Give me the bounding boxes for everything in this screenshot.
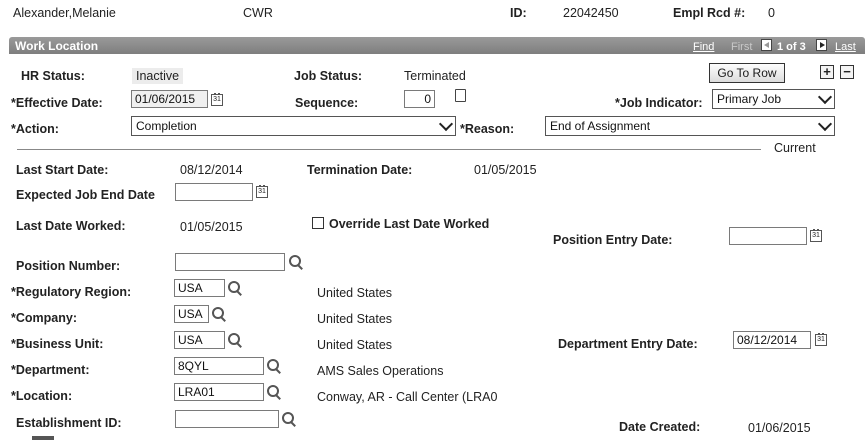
job-indicator-select[interactable]: Primary Job bbox=[712, 89, 835, 109]
empl-rcd-value: 0 bbox=[768, 6, 775, 20]
business-unit-label: *Business Unit: bbox=[11, 337, 104, 351]
last-link[interactable]: Last bbox=[835, 41, 856, 53]
last-date-worked-label: Last Date Worked: bbox=[16, 219, 126, 233]
next-row-button[interactable] bbox=[816, 39, 827, 51]
chevron-down-icon bbox=[438, 116, 454, 132]
previous-row-button[interactable] bbox=[761, 39, 772, 51]
find-link[interactable]: Find bbox=[693, 41, 714, 53]
first-link: First bbox=[731, 41, 753, 53]
reason-value: End of Assignment bbox=[550, 119, 651, 133]
job-status-label: Job Status: bbox=[294, 69, 363, 83]
override-last-date-worked-checkbox[interactable] bbox=[312, 217, 324, 229]
lookup-icon[interactable] bbox=[289, 255, 303, 270]
effective-date-label: *Effective Date: bbox=[11, 96, 103, 110]
add-row-button[interactable]: + bbox=[820, 65, 834, 79]
department-label: *Department: bbox=[11, 363, 90, 377]
section-header: Work Location Find First 1 of 3 Last bbox=[9, 37, 865, 54]
department-entry-date-label: Department Entry Date: bbox=[558, 337, 698, 351]
effective-date-field[interactable]: 01/06/2015 bbox=[131, 90, 208, 108]
business-unit-description: United States bbox=[317, 338, 393, 352]
sequence-label: Sequence: bbox=[295, 96, 359, 110]
location-label: *Location: bbox=[11, 389, 73, 403]
regulatory-region-label: *Regulatory Region: bbox=[11, 285, 132, 299]
last-start-date-label: Last Start Date: bbox=[16, 163, 109, 177]
empl-rcd-label: Empl Rcd #: bbox=[673, 6, 746, 20]
action-value: Completion bbox=[136, 119, 197, 133]
calendar-icon[interactable]: 31 bbox=[810, 229, 822, 242]
row-position: 1 of 3 bbox=[777, 41, 806, 53]
lookup-icon[interactable] bbox=[228, 333, 242, 348]
chevron-down-icon bbox=[817, 89, 833, 105]
delete-row-button[interactable]: − bbox=[840, 65, 854, 79]
last-start-date-value: 08/12/2014 bbox=[180, 163, 243, 177]
location-field[interactable]: LRA01 bbox=[174, 383, 264, 401]
action-select[interactable]: Completion bbox=[131, 116, 456, 136]
go-to-row-button[interactable]: Go To Row bbox=[709, 63, 785, 83]
lookup-icon[interactable] bbox=[282, 412, 296, 427]
override-last-date-worked-label: Override Last Date Worked bbox=[329, 217, 490, 231]
calendar-icon[interactable]: 31 bbox=[815, 333, 827, 346]
sequence-field[interactable]: 0 bbox=[404, 90, 435, 108]
business-unit-field[interactable]: USA bbox=[174, 331, 225, 349]
regulatory-region-field[interactable]: USA bbox=[174, 279, 225, 297]
hr-status-label: HR Status: bbox=[21, 69, 85, 83]
action-label: *Action: bbox=[11, 122, 59, 136]
location-description: Conway, AR - Call Center (LRA0 bbox=[317, 390, 498, 404]
date-created-label: Date Created: bbox=[619, 420, 701, 434]
partial-element bbox=[32, 436, 54, 440]
company-description: United States bbox=[317, 312, 393, 326]
next-icon bbox=[820, 42, 825, 48]
reason-select[interactable]: End of Assignment bbox=[545, 116, 835, 136]
current-label: Current bbox=[774, 141, 816, 155]
date-created-value: 01/06/2015 bbox=[748, 421, 811, 435]
lookup-icon[interactable] bbox=[267, 385, 281, 400]
reason-label: *Reason: bbox=[460, 122, 515, 136]
department-entry-date-field[interactable]: 08/12/2014 bbox=[733, 331, 811, 349]
company-field[interactable]: USA bbox=[174, 305, 209, 323]
memo-icon[interactable] bbox=[455, 89, 466, 102]
section-divider bbox=[17, 149, 761, 150]
previous-icon bbox=[764, 42, 769, 48]
termination-date-label: Termination Date: bbox=[307, 163, 413, 177]
position-entry-date-field[interactable] bbox=[729, 227, 807, 245]
department-description: AMS Sales Operations bbox=[317, 364, 444, 378]
id-label: ID: bbox=[510, 6, 527, 20]
last-date-worked-value: 01/05/2015 bbox=[180, 220, 243, 234]
id-value: 22042450 bbox=[563, 6, 619, 20]
employee-name: Alexander,Melanie bbox=[13, 6, 116, 20]
department-field[interactable]: 8QYL bbox=[174, 357, 264, 375]
establishment-id-label: Establishment ID: bbox=[16, 416, 122, 430]
job-status-value: Terminated bbox=[404, 69, 466, 83]
lookup-icon[interactable] bbox=[212, 307, 226, 322]
lookup-icon[interactable] bbox=[228, 281, 242, 296]
establishment-id-field[interactable] bbox=[175, 410, 279, 428]
job-indicator-value: Primary Job bbox=[717, 92, 782, 106]
expected-end-date-field[interactable] bbox=[175, 183, 253, 201]
calendar-icon[interactable]: 31 bbox=[256, 185, 268, 198]
position-entry-date-label: Position Entry Date: bbox=[553, 233, 673, 247]
lookup-icon[interactable] bbox=[267, 359, 281, 374]
chevron-down-icon bbox=[817, 116, 833, 132]
expected-end-date-label: Expected Job End Date bbox=[16, 188, 155, 202]
employee-type: CWR bbox=[243, 6, 273, 20]
hr-status-value: Inactive bbox=[132, 68, 184, 84]
section-title: Work Location bbox=[15, 39, 99, 53]
job-indicator-label: *Job Indicator: bbox=[615, 96, 703, 110]
position-number-field[interactable] bbox=[175, 253, 285, 271]
company-label: *Company: bbox=[11, 311, 77, 325]
termination-date-value: 01/05/2015 bbox=[474, 163, 537, 177]
regulatory-region-description: United States bbox=[317, 286, 393, 300]
position-number-label: Position Number: bbox=[16, 259, 121, 273]
calendar-icon[interactable]: 31 bbox=[211, 93, 223, 106]
